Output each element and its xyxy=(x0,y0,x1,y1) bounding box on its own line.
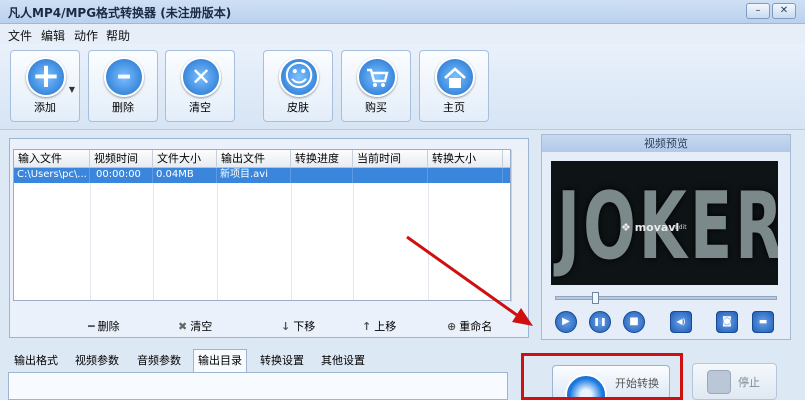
cell-video-time: 00:00:00 xyxy=(90,168,153,183)
tab-other-settings[interactable]: 其他设置 xyxy=(321,352,365,368)
buy-label: 购买 xyxy=(365,101,387,114)
window-title: 凡人MP4/MPG格式转换器 (未注册版本) xyxy=(8,6,232,20)
menu-file[interactable]: 文件 xyxy=(8,27,32,44)
settings-tabs: 输出格式 视频参数 音频参数 输出目录 转换设置 其他设置 xyxy=(0,348,540,372)
column-current-time[interactable]: 当前时间 xyxy=(353,150,428,168)
menu-action[interactable]: 动作 xyxy=(74,27,98,44)
menu-bar: 文件 编辑 动作 帮助 xyxy=(0,24,805,44)
minus-icon: ━ xyxy=(88,320,95,333)
seek-handle[interactable] xyxy=(592,292,599,304)
move-up-button[interactable]: ↑ 上移 xyxy=(362,318,396,334)
arrow-up-icon: ↑ xyxy=(362,320,372,333)
move-up-label: 上移 xyxy=(374,320,397,333)
tab-convert-settings[interactable]: 转换设置 xyxy=(260,352,304,368)
cell-converted-size xyxy=(428,168,503,183)
table-header: 输入文件 视频时间 文件大小 输出文件 转换进度 当前时间 转换大小 xyxy=(14,150,510,168)
add-label: 添加 xyxy=(34,101,56,114)
watermark-text: ❖ movavi xyxy=(621,221,680,234)
stop-label: 停止 xyxy=(738,376,760,389)
video-frame: JOKER ❖ movavi Edit xyxy=(551,161,778,285)
move-down-button[interactable]: ↓ 下移 xyxy=(281,318,315,334)
column-divider xyxy=(291,183,292,300)
cell-current-time xyxy=(353,168,428,183)
seek-bar[interactable] xyxy=(555,292,777,304)
preview-title: 视频预览 xyxy=(542,135,790,152)
remove-button[interactable]: – 删除 xyxy=(88,50,158,122)
homepage-label: 主页 xyxy=(443,101,465,114)
open-folder-button[interactable]: ▬ xyxy=(752,311,774,333)
tab-audio-params[interactable]: 音频参数 xyxy=(137,352,181,368)
column-divider xyxy=(153,183,154,300)
cell-input-file: C:\Users\pc\... xyxy=(14,168,90,183)
stop-button[interactable]: 停止 xyxy=(692,363,777,400)
column-divider xyxy=(90,183,91,300)
play-button[interactable]: ▶ xyxy=(555,311,577,333)
cell-progress xyxy=(291,168,353,183)
x-icon: ✖ xyxy=(178,320,188,333)
snapshot-button[interactable]: ◙ xyxy=(716,311,738,333)
column-input-file[interactable]: 输入文件 xyxy=(14,150,90,168)
pause-button[interactable]: ❚❚ xyxy=(589,311,611,333)
add-button[interactable]: + ▼ 添加 xyxy=(10,50,80,122)
volume-button[interactable]: ◀) xyxy=(670,311,692,333)
skin-button[interactable]: ☺ 皮肤 xyxy=(263,50,333,122)
column-video-time[interactable]: 视频时间 xyxy=(90,150,153,168)
cell-output-file: 新项目.avi xyxy=(217,168,291,183)
tab-output-format[interactable]: 输出格式 xyxy=(14,352,58,368)
title-bar: 凡人MP4/MPG格式转换器 (未注册版本) – ✕ xyxy=(0,0,805,24)
file-list-panel: 输入文件 视频时间 文件大小 输出文件 转换进度 当前时间 转换大小 C:\Us… xyxy=(9,138,529,338)
rename-button[interactable]: ⊕ 重命名 xyxy=(447,318,492,334)
stop-playback-button[interactable]: ■ xyxy=(623,311,645,333)
column-divider xyxy=(428,183,429,300)
column-file-size[interactable]: 文件大小 xyxy=(153,150,217,168)
clear-label: 清空 xyxy=(189,101,211,114)
rename-label: 重命名 xyxy=(459,320,493,333)
home-icon xyxy=(435,57,475,97)
skin-label: 皮肤 xyxy=(287,101,309,114)
column-divider xyxy=(353,183,354,300)
tab-video-params[interactable]: 视频参数 xyxy=(75,352,119,368)
minimize-button[interactable]: – xyxy=(746,3,770,19)
arrow-down-icon: ↓ xyxy=(281,320,291,333)
remove-icon: – xyxy=(104,57,144,97)
rename-icon: ⊕ xyxy=(447,320,457,333)
list-actions: ━ 删除 ✖ 清空 ↓ 下移 ↑ 上移 ⊕ 重命名 xyxy=(10,315,530,337)
move-down-label: 下移 xyxy=(293,320,316,333)
column-progress[interactable]: 转换进度 xyxy=(291,150,353,168)
remove-label: 删除 xyxy=(112,101,134,114)
smiley-icon: ☺ xyxy=(279,57,319,97)
buy-button[interactable]: 购买 xyxy=(341,50,411,122)
chevron-down-icon[interactable]: ▼ xyxy=(69,85,75,94)
video-preview-panel: 视频预览 JOKER ❖ movavi Edit ▶ ❚❚ ■ ◀) ◙ ▬ xyxy=(541,134,791,340)
stop-icon xyxy=(707,370,731,394)
add-icon: + xyxy=(26,57,66,97)
watermark-subtext: Edit xyxy=(675,224,687,231)
clear-list-button[interactable]: ✖ 清空 xyxy=(178,318,212,334)
clear-list-label: 清空 xyxy=(190,320,213,333)
cart-icon xyxy=(357,57,397,97)
toolbar: + ▼ 添加 – 删除 ✕ 清空 ☺ 皮肤 购买 主页 xyxy=(0,44,805,130)
tab-output-directory[interactable]: 输出目录 xyxy=(193,349,247,372)
column-converted-size[interactable]: 转换大小 xyxy=(428,150,503,168)
delete-item-label: 删除 xyxy=(97,320,120,333)
menu-help[interactable]: 帮助 xyxy=(106,27,130,44)
clear-button[interactable]: ✕ 清空 xyxy=(165,50,235,122)
cell-file-size: 0.04MB xyxy=(153,168,217,183)
clear-icon: ✕ xyxy=(181,57,221,97)
column-divider xyxy=(217,183,218,300)
column-output-file[interactable]: 输出文件 xyxy=(217,150,291,168)
delete-item-button[interactable]: ━ 删除 xyxy=(88,318,120,334)
close-button[interactable]: ✕ xyxy=(772,3,796,19)
file-table[interactable]: 输入文件 视频时间 文件大小 输出文件 转换进度 当前时间 转换大小 C:\Us… xyxy=(13,149,528,302)
table-row[interactable]: C:\Users\pc\... 00:00:00 0.04MB 新项目.avi xyxy=(14,168,510,183)
highlight-frame xyxy=(521,353,683,400)
menu-edit[interactable]: 编辑 xyxy=(41,27,65,44)
tab-content xyxy=(8,372,508,400)
vertical-scrollbar[interactable] xyxy=(511,150,528,302)
homepage-button[interactable]: 主页 xyxy=(419,50,489,122)
